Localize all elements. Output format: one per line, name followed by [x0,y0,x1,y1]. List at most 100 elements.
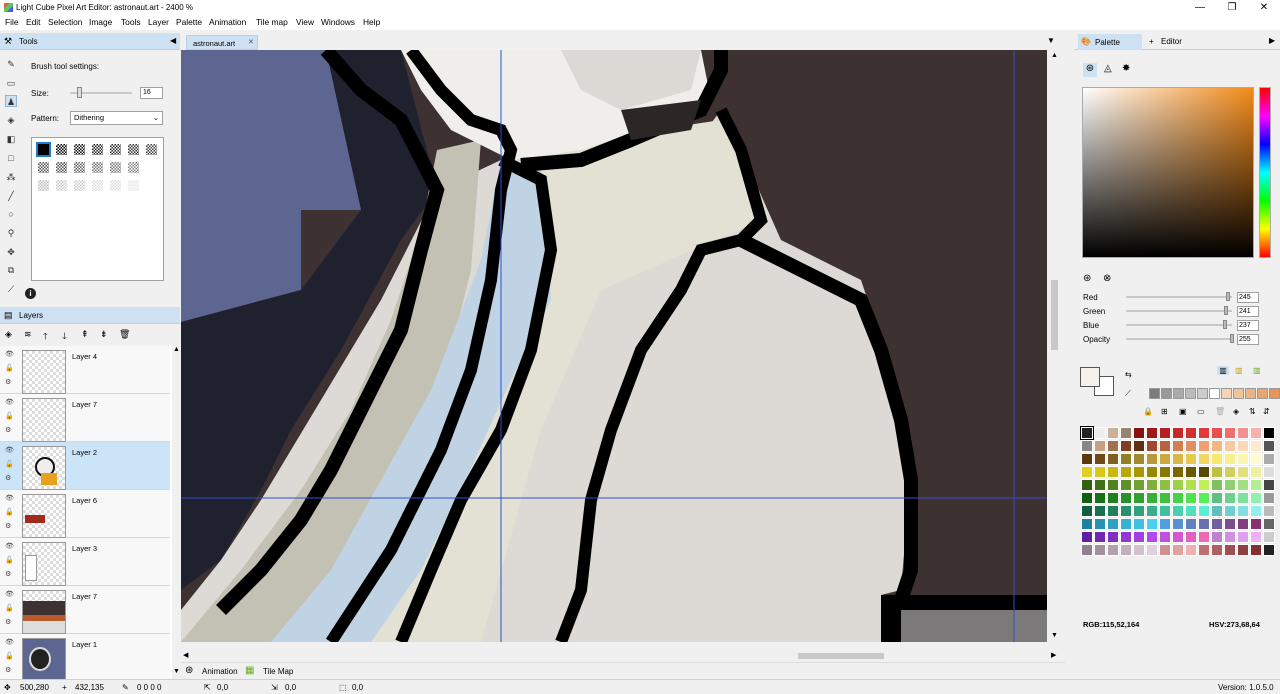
palette-swatch[interactable] [1263,427,1275,439]
palette-swatch[interactable] [1211,531,1223,543]
palette-swatch[interactable] [1263,479,1275,491]
mixer-icon[interactable]: ⊛ [1083,273,1091,284]
canvas-vertical-scrollbar[interactable]: ▲ ▼ [1047,50,1062,642]
palette-swatch[interactable] [1198,453,1210,465]
palette-swatch[interactable] [1263,440,1275,452]
ramp-swatch[interactable] [1257,388,1268,399]
dither-pattern[interactable] [128,144,139,155]
palette-swatch[interactable] [1107,492,1119,504]
pattern-select[interactable]: Dithering ⌄ [70,111,163,125]
palette-swatch[interactable] [1250,544,1262,556]
palette-swatch[interactable] [1159,427,1171,439]
lock-icon[interactable]: 🔓 [5,412,14,420]
palette-swatch[interactable] [1107,531,1119,543]
eye-icon[interactable]: 👁 [5,398,14,406]
settings-icon[interactable]: ⚙ [5,378,11,386]
menu-image[interactable]: Image [89,17,112,27]
palette-swatch[interactable] [1133,492,1145,504]
palette-swatch[interactable] [1120,518,1132,530]
color-gradient-picker[interactable] [1082,87,1254,258]
layer-row[interactable]: 👁 🔓 ⚙ Layer 7 [0,394,170,442]
palette-swatch[interactable] [1133,531,1145,543]
arrange-icon[interactable]: ⇅ [1249,407,1256,416]
palette-swatch[interactable] [1172,440,1184,452]
settings-icon[interactable]: ⚙ [5,618,11,626]
palette-swatch[interactable] [1146,453,1158,465]
palette-swatch[interactable] [1081,505,1093,517]
palette-swatch[interactable] [1250,505,1262,517]
palette-swatch[interactable] [1081,440,1093,452]
red-slider[interactable] [1126,296,1232,298]
layer-row[interactable]: 👁 🔓 ⚙ Layer 2 [0,442,170,490]
palette-swatch[interactable] [1146,479,1158,491]
layer-row[interactable]: 👁 🔓 ⚙ Layer 7 [0,586,170,634]
palette-swatch[interactable] [1198,479,1210,491]
dither-pattern[interactable] [110,180,121,191]
palette-swatch[interactable] [1224,466,1236,478]
palette-swatch[interactable] [1120,427,1132,439]
palette-swatch[interactable] [1120,466,1132,478]
eraser-icon[interactable]: ▭ [5,77,17,89]
collapse-right-icon[interactable]: ▶ [1269,36,1275,45]
palette-swatch[interactable] [1172,505,1184,517]
palette-swatch[interactable] [1146,544,1158,556]
magic-wand-icon[interactable]: ⚲ [5,227,17,239]
eye-icon[interactable]: 👁 [5,350,14,358]
palette-swatch[interactable] [1198,505,1210,517]
ramp-swatch[interactable] [1245,388,1256,399]
palette-swatch[interactable] [1211,453,1223,465]
palette-swatch[interactable] [1107,453,1119,465]
palette-swatch[interactable] [1172,492,1184,504]
tab-astronaut[interactable]: astronaut.art ✕ [186,35,258,50]
dither-pattern[interactable] [38,180,49,191]
palette-swatch[interactable] [1237,544,1249,556]
canvas-horizontal-scrollbar[interactable]: ◀ ▶ [181,650,1061,662]
scroll-up-icon[interactable]: ▲ [173,346,180,353]
eyedropper-icon[interactable]: ⟋ [1125,389,1131,399]
dither-pattern[interactable] [56,144,67,155]
spray-icon[interactable]: ⁂ [5,171,17,183]
menu-tilemap[interactable]: Tile map [256,17,288,27]
palette-swatch[interactable] [1250,466,1262,478]
delete-palette-icon[interactable]: 🗑 [1215,407,1225,416]
palette-swatch[interactable] [1185,505,1197,517]
palette-swatch[interactable] [1237,466,1249,478]
palette-swatch[interactable] [1094,492,1106,504]
palette-swatch[interactable] [1237,440,1249,452]
hue-slider[interactable] [1259,87,1271,258]
delete-layer-icon[interactable]: 🗑 [119,329,130,340]
add-layer-icon[interactable]: ◈ [5,329,12,340]
dither-pattern[interactable] [56,162,67,173]
palette-swatch[interactable] [1146,492,1158,504]
palette-swatch[interactable] [1159,531,1171,543]
info-icon[interactable]: i [25,288,36,299]
palette-swatch[interactable] [1224,531,1236,543]
stack-icon[interactable]: ≋ [24,329,32,340]
palette-swatch[interactable] [1107,479,1119,491]
palette-swatch[interactable] [1263,544,1275,556]
menu-layer[interactable]: Layer [148,17,169,27]
menu-file[interactable]: File [5,17,19,27]
palette-swatch[interactable] [1237,427,1249,439]
palette-swatch[interactable] [1172,531,1184,543]
scroll-right-icon[interactable]: ▶ [1051,651,1056,659]
horizontal-scroll-thumb[interactable] [798,653,884,659]
green-slider-handle[interactable] [1224,306,1229,315]
palette-swatch[interactable] [1081,466,1093,478]
move-down-icon[interactable]: 🡓 [62,329,67,345]
tab-list-icon[interactable]: ▼ [1047,36,1055,45]
palette-swatch[interactable] [1159,505,1171,517]
palette-swatch[interactable] [1211,505,1223,517]
view-mode-1-icon[interactable]: ▥ [1217,366,1229,375]
palette-swatch[interactable] [1185,440,1197,452]
palette-swatch[interactable] [1198,440,1210,452]
palette-swatch[interactable] [1159,453,1171,465]
scroll-down-icon[interactable]: ▼ [1051,632,1058,639]
blend-icon[interactable]: ⊗ [1103,273,1111,284]
palette-swatch[interactable] [1172,453,1184,465]
opacity-slider-handle[interactable] [1230,334,1234,343]
ramp-swatch[interactable] [1185,388,1196,399]
dither-pattern[interactable] [38,162,49,173]
palette-swatch[interactable] [1237,531,1249,543]
scroll-down-icon[interactable]: ▼ [173,668,180,675]
